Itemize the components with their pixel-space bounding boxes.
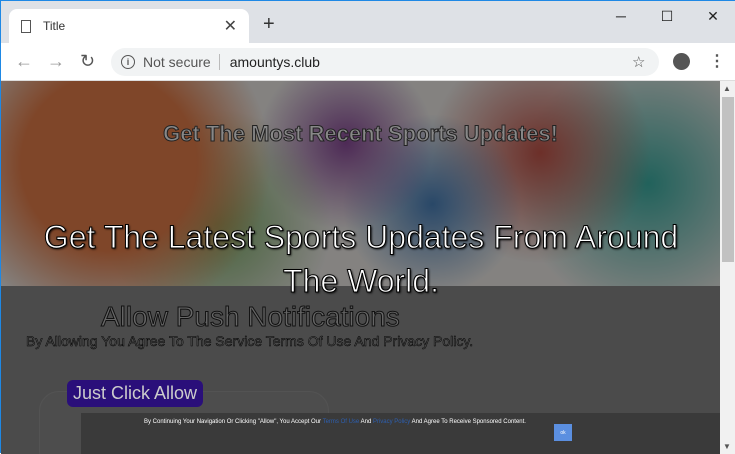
terms-link[interactable]: Terms Of Use <box>323 419 360 425</box>
scrollbar-thumb[interactable] <box>722 97 734 262</box>
scroll-up-icon[interactable]: ▲ <box>723 84 731 93</box>
cookie-banner: By Continuing Your Navigation Or Clickin… <box>81 413 720 454</box>
maximize-button[interactable]: ☐ <box>644 1 690 31</box>
back-button[interactable]: ← <box>15 51 33 72</box>
privacy-link[interactable]: Privacy Policy <box>373 419 410 425</box>
cookie-suffix: And Agree To Receive Sponsored Content. <box>411 419 526 425</box>
document-icon <box>21 19 31 33</box>
close-window-button[interactable]: ✕ <box>690 1 735 31</box>
cookie-and: And <box>360 419 372 425</box>
forward-button[interactable]: → <box>47 51 65 72</box>
menu-icon[interactable]: ⋮ <box>709 51 725 71</box>
tab-bar: Title ✕ + ─ ☐ ✕ <box>1 1 735 43</box>
ok-button[interactable]: ok <box>554 424 572 441</box>
address-bar[interactable]: i Not secure amountys.club <box>111 48 659 76</box>
url-text[interactable]: amountys.club <box>230 54 320 70</box>
agree-text: By Allowing You Agree To The Service Ter… <box>26 333 474 350</box>
allow-button[interactable]: Just Click Allow <box>67 380 204 407</box>
new-tab-button[interactable]: + <box>263 13 275 36</box>
scroll-down-icon[interactable]: ▼ <box>723 442 731 451</box>
minimize-button[interactable]: ─ <box>598 1 644 31</box>
heading-main: Get The Latest Sports Updates From Aroun… <box>43 219 679 300</box>
security-label[interactable]: Not secure <box>143 54 220 70</box>
heading-top: Get The Most Recent Sports Updates! <box>163 121 559 147</box>
cookie-prefix: By Continuing Your Navigation Or Clickin… <box>144 419 322 425</box>
bookmark-star-icon[interactable]: ☆ <box>632 53 645 71</box>
browser-tab[interactable]: Title ✕ <box>9 9 249 43</box>
tab-title: Title <box>43 19 66 33</box>
push-title: Allow Push Notifications <box>101 301 401 333</box>
page-content: Get The Most Recent Sports Updates! Get … <box>1 81 720 454</box>
scrollbar[interactable]: ▲ ▼ <box>720 81 735 454</box>
toolbar: ← → ↻ i Not secure amountys.club ☆ ⋮ <box>1 43 735 81</box>
account-icon[interactable] <box>673 53 690 70</box>
close-tab-icon[interactable]: ✕ <box>224 16 237 36</box>
reload-button[interactable]: ↻ <box>80 51 95 72</box>
info-icon[interactable]: i <box>121 55 135 69</box>
